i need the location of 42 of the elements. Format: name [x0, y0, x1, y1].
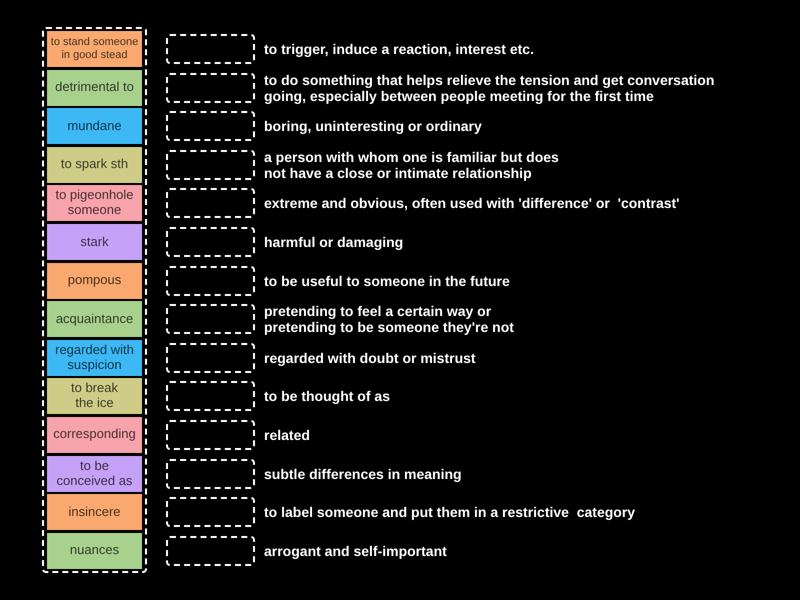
definition-text: related: [264, 426, 310, 443]
answer-box[interactable]: [166, 420, 255, 450]
definition-text: regarded with doubt or mistrust: [264, 350, 476, 366]
word-tile[interactable]: to break the ice: [47, 378, 142, 414]
definition-text: to be useful to someone in the future: [264, 272, 510, 289]
answer-box[interactable]: [166, 34, 255, 64]
definition-text: to be thought of as: [264, 388, 390, 404]
definition-text: arrogant and self-important: [264, 542, 447, 559]
answer-box[interactable]: [166, 188, 255, 218]
answer-box[interactable]: [166, 458, 255, 489]
word-tile[interactable]: mundane: [47, 108, 142, 144]
answer-box[interactable]: [166, 150, 255, 180]
word-tile[interactable]: regarded with suspicion: [47, 340, 142, 376]
answer-box[interactable]: [166, 536, 255, 566]
word-tile[interactable]: nuances: [47, 532, 142, 569]
definition-text: subtle differences in meaning: [264, 466, 462, 482]
word-tile[interactable]: to spark sth: [47, 146, 142, 183]
word-tile[interactable]: insincere: [47, 494, 142, 530]
definition-text: pretending to feel a certain way or pretending to be someone they're not: [264, 303, 514, 336]
word-tile[interactable]: acquaintance: [47, 301, 142, 338]
definition-text: to label someone and put them in a restrictive category: [264, 504, 636, 520]
word-tile[interactable]: to be conceived as: [47, 456, 142, 492]
answer-box[interactable]: [166, 111, 255, 142]
answer-box[interactable]: [166, 381, 255, 412]
answer-box[interactable]: [166, 226, 255, 257]
word-tile[interactable]: pompous: [47, 262, 142, 299]
answer-box[interactable]: [166, 342, 255, 373]
word-tile[interactable]: corresponding: [47, 416, 142, 453]
answer-box[interactable]: [166, 304, 255, 334]
answer-box[interactable]: [166, 266, 255, 296]
word-tile[interactable]: stark: [47, 224, 142, 260]
answer-box[interactable]: [166, 497, 255, 528]
definition-text: a person with whom one is familiar but does not have a close or intimate relationship: [264, 148, 559, 181]
word-tile[interactable]: to stand someone in good stead: [47, 31, 142, 67]
definition-text: to do something that helps relieve the tension and get conversation going, especially between people meeting for the first time: [264, 72, 714, 104]
definition-text: boring, uninteresting or ordinary: [264, 118, 482, 134]
definition-text: harmful or damaging: [264, 234, 404, 250]
definition-text: extreme and obvious, often used with 'difference' or 'contrast': [264, 195, 680, 212]
word-tile[interactable]: detrimental to: [47, 70, 142, 106]
definition-text: to trigger, induce a reaction, interest etc.: [264, 41, 534, 57]
answer-box[interactable]: [166, 72, 255, 103]
word-tile[interactable]: to pigeonhole someone: [47, 185, 142, 222]
